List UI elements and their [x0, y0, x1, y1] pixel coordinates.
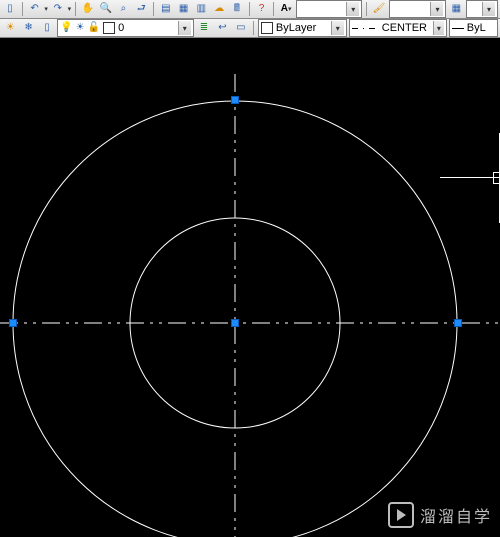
layer-combo[interactable]: 💡 ☀ 🔓 0 ▾	[57, 19, 194, 37]
separator	[273, 2, 274, 16]
zoom-window-button[interactable]: ⌕	[116, 0, 132, 18]
play-icon	[388, 502, 414, 528]
grip-top[interactable]	[231, 96, 239, 104]
layer-light-button[interactable]: ☀	[2, 19, 18, 37]
chevron-down-icon: ▾	[430, 2, 443, 16]
properties-button[interactable]: ▤	[158, 0, 174, 18]
grip-center[interactable]	[231, 319, 239, 327]
zoom-previous-button[interactable]: ⮐	[133, 0, 149, 18]
textstyle-combo[interactable]: ▾	[296, 0, 362, 18]
color-value: ByLayer	[276, 22, 316, 34]
lineweight-sample	[452, 28, 464, 29]
bulb-icon: 💡	[60, 23, 72, 33]
redo-dropdown[interactable]: ▾	[68, 6, 72, 13]
chevron-down-icon: ▾	[346, 2, 359, 16]
layerprev-button[interactable]: ↩	[214, 19, 230, 37]
toolpalette-button[interactable]: ▥	[194, 0, 210, 18]
linetype-combo[interactable]: CENTER ▾	[349, 19, 447, 37]
zoom-realtime-button[interactable]: 🔍	[98, 0, 114, 18]
layer-freeze-button[interactable]: ❄	[20, 19, 36, 37]
matchprops-button[interactable]: 🖌	[371, 0, 387, 18]
help-button[interactable]: ?	[254, 0, 270, 18]
chevron-down-icon: ▾	[433, 21, 444, 35]
calc-button[interactable]: 🖩	[229, 0, 245, 18]
redo-button[interactable]: ↷	[50, 0, 66, 18]
grip-left[interactable]	[9, 319, 17, 327]
markup-button[interactable]: ☁	[211, 0, 227, 18]
lock-icon: 🔓	[88, 23, 100, 33]
separator	[249, 2, 250, 16]
layermatch-button[interactable]: ▭	[233, 19, 249, 37]
chevron-down-icon: ▾	[482, 2, 495, 16]
color-combo[interactable]: ByLayer ▾	[258, 19, 347, 37]
watermark-text: 溜溜自学	[420, 503, 492, 527]
separator	[153, 2, 154, 16]
new-button[interactable]: ▯	[2, 0, 18, 18]
linetype-value: CENTER	[382, 22, 427, 34]
separator	[75, 2, 76, 16]
grip-right[interactable]	[454, 319, 462, 327]
linetype-sample	[352, 28, 375, 29]
textstyle-button[interactable]: A▾	[278, 0, 294, 18]
tablestyle-button[interactable]: ▦	[448, 0, 464, 18]
drawing-canvas[interactable]: 溜溜自学	[0, 38, 500, 537]
sheetset-button[interactable]: ▦	[176, 0, 192, 18]
dimstyle-combo[interactable]: ▾	[389, 0, 447, 18]
chevron-down-icon: ▾	[178, 21, 191, 35]
drawing-svg	[0, 38, 500, 537]
layer-iso-button[interactable]: ▯	[39, 19, 55, 37]
lineweight-combo[interactable]: ByL	[449, 19, 498, 37]
toolbar-standard: ▯ ↶ ▾ ↷ ▾ ✋ 🔍 ⌕ ⮐ ▤ ▦ ▥ ☁ 🖩 ? A▾ ▾ 🖌 ▾ ▦…	[0, 0, 500, 19]
pan-button[interactable]: ✋	[80, 0, 96, 18]
layer-name: 0	[118, 22, 124, 34]
sun-icon: ☀	[76, 23, 85, 33]
lineweight-value: ByL	[467, 22, 486, 34]
separator	[366, 2, 367, 16]
undo-button[interactable]: ↶	[27, 0, 43, 18]
color-swatch	[261, 22, 273, 34]
toolbar-layers: ☀ ❄ ▯ 💡 ☀ 🔓 0 ▾ ≣ ↩ ▭ ByLayer ▾ CENTER ▾…	[0, 19, 500, 38]
layerstate-button[interactable]: ≣	[196, 19, 212, 37]
watermark: 溜溜自学	[388, 502, 492, 528]
layer-swatch	[103, 22, 115, 34]
chevron-down-icon: ▾	[331, 21, 344, 35]
separator	[253, 21, 254, 35]
tablestyle-combo[interactable]: ▾	[466, 0, 498, 18]
undo-dropdown[interactable]: ▾	[44, 6, 48, 13]
separator	[22, 2, 23, 16]
